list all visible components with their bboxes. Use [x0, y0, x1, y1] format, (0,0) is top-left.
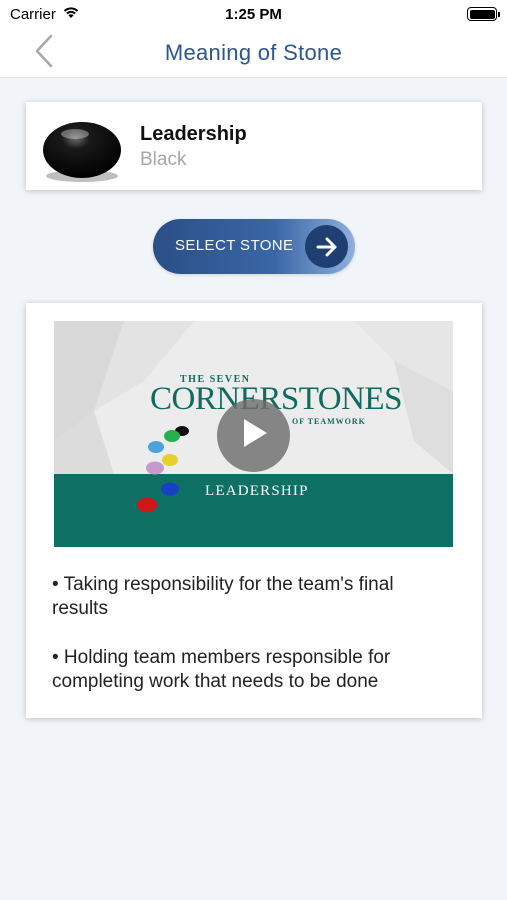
bullet-accountability: • Holding team members responsible for c…: [52, 647, 391, 692]
battery-fill: [469, 9, 495, 19]
arrow-right-icon: [305, 225, 348, 268]
battery-icon: [467, 7, 500, 21]
stone-name: Leadership: [140, 123, 247, 145]
stone-card[interactable]: Leadership Black: [26, 102, 482, 190]
brand-sub-text: OF TEAMWORK: [292, 417, 366, 426]
stone-image: [42, 120, 122, 184]
carrier-label: Carrier: [10, 5, 56, 23]
video-card: THE SEVEN CORNERSTONES OF TEAMWORK LEADE…: [26, 303, 482, 718]
back-button[interactable]: [26, 34, 62, 72]
chevron-left-icon: [34, 34, 54, 73]
stones-graphic: [137, 426, 189, 513]
play-button[interactable]: [217, 399, 290, 472]
wifi-icon: [62, 5, 80, 23]
status-left: Carrier: [10, 5, 80, 23]
play-icon: [239, 417, 269, 454]
video-thumbnail[interactable]: THE SEVEN CORNERSTONES OF TEAMWORK LEADE…: [54, 321, 453, 547]
stone-color: Black: [140, 149, 187, 170]
status-bar: Carrier 1:25 PM: [0, 0, 507, 28]
video-band-label: LEADERSHIP: [205, 483, 309, 499]
page-title: Meaning of Stone: [164, 39, 343, 65]
select-stone-button[interactable]: SELECT STONE: [153, 219, 355, 274]
nav-bar: Meaning of Stone: [0, 28, 507, 78]
select-stone-label: SELECT STONE: [175, 237, 294, 254]
bullet-responsibility: • Taking responsibility for the team's f…: [52, 574, 394, 619]
